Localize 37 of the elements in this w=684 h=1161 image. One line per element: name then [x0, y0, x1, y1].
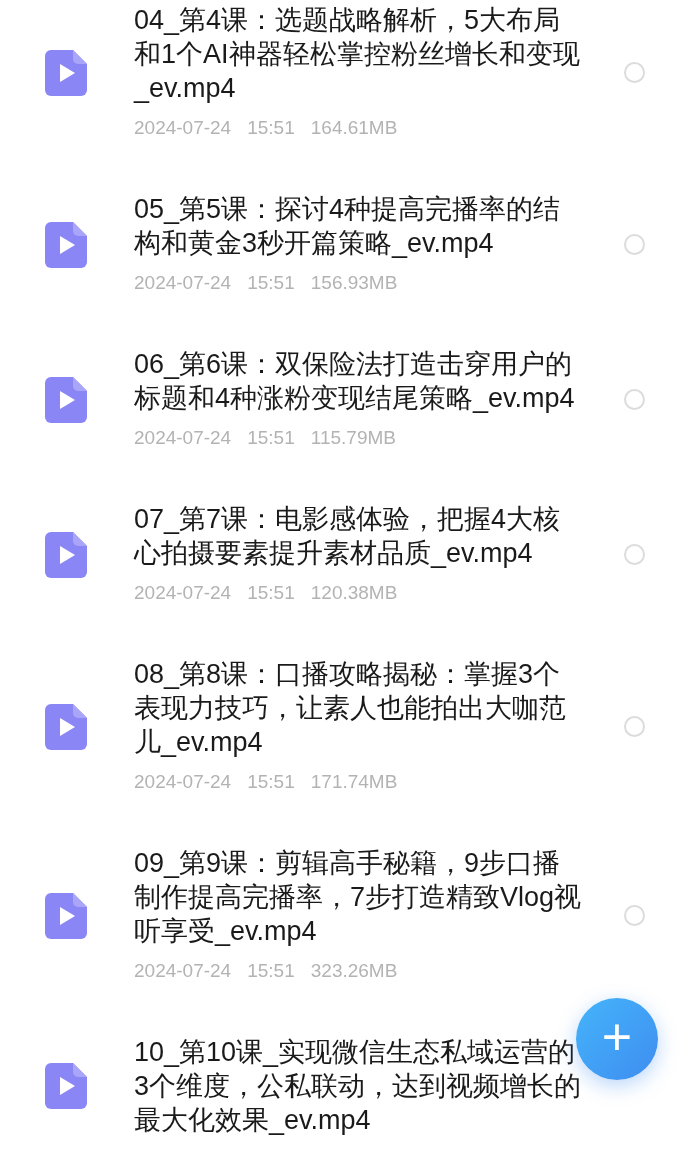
file-time: 15:51: [247, 581, 295, 605]
select-radio[interactable]: [624, 544, 645, 565]
file-size: 156.93MB: [310, 271, 398, 295]
file-size: 120.38MB: [310, 581, 398, 605]
file-date: 2024-07-24: [134, 116, 232, 140]
file-size: 164.61MB: [310, 116, 398, 140]
file-date: 2024-07-24: [134, 581, 232, 605]
file-date: 2024-07-24: [134, 271, 232, 295]
file-name: 07_第7课：电影感体验，把握4大核心拍摄要素提升素材品质_ev.mp4: [134, 503, 562, 570]
file-time: 15:51: [247, 426, 295, 450]
file-size: 115.79MB: [310, 426, 396, 450]
select-radio[interactable]: [624, 389, 645, 410]
file-name: 09_第9课：剪辑高手秘籍，9步口播制作提高完播率，7步打造精致Vlog视听享受_ev.mp4: [134, 847, 582, 948]
file-size: 171.74MB: [310, 770, 398, 794]
select-radio[interactable]: [624, 716, 645, 737]
file-name: 04_第4课：选题战略解析，5大布局和1个AI神器轻松掌控粉丝增长和变现_ev.mp4: [134, 4, 581, 105]
file-date: 2024-07-24: [134, 426, 232, 450]
video-file-icon: [45, 1063, 87, 1109]
file-name: 08_第8课：口播攻略揭秘：掌握3个表现力技巧，让素人也能拍出大咖范儿_ev.mp4: [134, 658, 567, 759]
video-file-icon: [45, 376, 87, 423]
file-size: 323.26MB: [310, 959, 398, 983]
video-file-icon: [45, 531, 87, 578]
video-file-icon: [45, 49, 87, 96]
file-time: 15:51: [247, 271, 295, 295]
file-date: 2024-07-24: [134, 959, 232, 983]
file-date: 2024-07-24: [134, 770, 232, 794]
file-time: 15:51: [247, 770, 295, 794]
select-radio[interactable]: [624, 234, 645, 255]
file-name: 05_第5课：探讨4种提高完播率的结构和黄金3秒开篇策略_ev.mp4: [134, 193, 562, 260]
select-radio[interactable]: [624, 62, 645, 83]
file-time: 15:51: [247, 116, 295, 140]
select-radio[interactable]: [624, 905, 645, 926]
video-file-icon: [45, 892, 87, 939]
video-file-icon: [45, 703, 87, 750]
file-name: 06_第6课：双保险法打造击穿用户的标题和4种涨粉变现结尾策略_ev.mp4: [134, 348, 576, 415]
file-time: 15:51: [247, 959, 295, 983]
video-file-icon: [45, 221, 87, 268]
